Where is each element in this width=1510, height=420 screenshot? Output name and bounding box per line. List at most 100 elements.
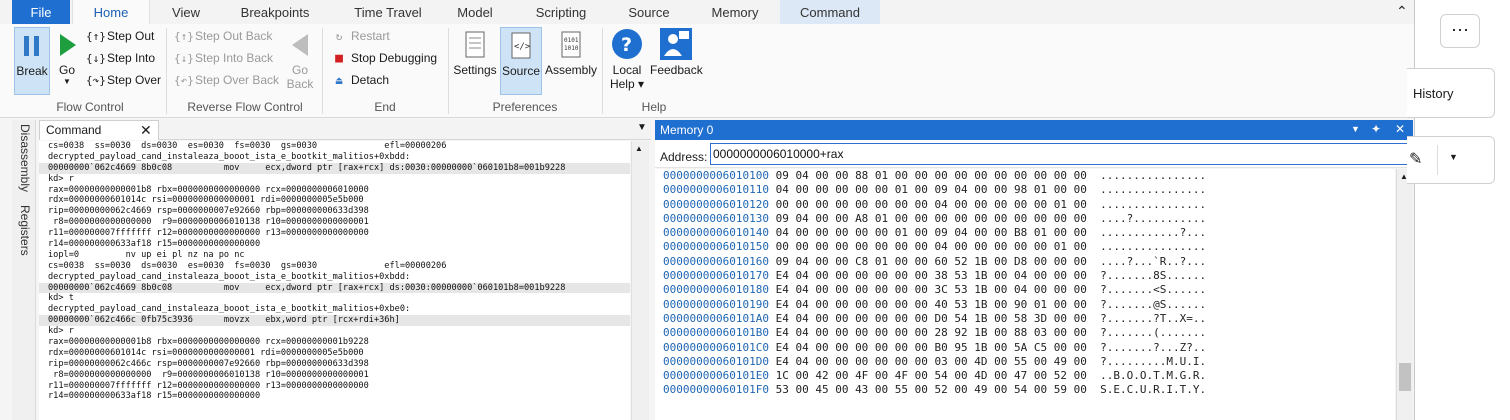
command-output-line: r14=000000000633af18 r15=000000000000000… <box>48 239 261 250</box>
step-out-back-button[interactable]: {↑}Step Out Back <box>174 26 272 46</box>
step-into-label: Step Into <box>107 51 156 65</box>
memory-row: 0000000006010100 09 04 00 00 88 01 00 00… <box>655 169 1395 183</box>
play-icon <box>60 34 76 56</box>
step-over-label: Step Over <box>107 73 162 87</box>
memory-row-bytes: E4 04 00 00 00 00 00 00 3C 53 1B 00 04 0… <box>775 283 1087 297</box>
memory-row-address: 00000000060101F0 <box>663 383 769 397</box>
memory-address-bar: Address: 0000000006010000+rax <box>655 140 1413 168</box>
detach-button[interactable]: ⏏ Detach <box>330 70 389 90</box>
go-back-button[interactable]: Go Back <box>284 27 316 95</box>
pin-icon[interactable]: ✦ <box>1371 122 1381 136</box>
group-separator <box>322 28 323 114</box>
restart-label: Restart <box>351 29 390 43</box>
reverse-flow-group-label: Reverse Flow Control <box>187 100 303 114</box>
memory-row-bytes: E4 04 00 00 00 00 00 00 38 53 1B 00 04 0… <box>775 269 1087 283</box>
chevron-down-icon[interactable]: ▼ <box>1449 152 1458 162</box>
step-out-back-icon: {↑} <box>174 30 194 43</box>
tab-memory[interactable]: Memory <box>704 0 766 24</box>
memory-row-address: 0000000006010150 <box>663 240 769 254</box>
tab-source[interactable]: Source <box>620 0 678 24</box>
step-into-icon: {↓} <box>86 52 106 65</box>
step-into-back-button[interactable]: {↓}Step Into Back <box>174 48 273 68</box>
command-scrollbar[interactable]: ▲ <box>631 141 649 420</box>
memory-row: 00000000060101A0 E4 04 00 00 00 00 00 00… <box>655 312 1395 326</box>
memory-row-address: 0000000006010180 <box>663 283 769 297</box>
close-icon[interactable]: ✕ <box>140 121 152 139</box>
tab-time-travel[interactable]: Time Travel <box>342 0 434 24</box>
address-input[interactable]: 0000000006010000+rax <box>710 143 1410 165</box>
command-output-line: kd> t <box>48 293 74 304</box>
end-group-label: End <box>374 100 396 114</box>
tab-view[interactable]: View <box>160 0 212 24</box>
preferences-group-label: Preferences <box>492 100 558 114</box>
collapse-ribbon-icon[interactable]: ⌃ <box>1396 3 1408 20</box>
command-output-line: rdx=00000000601014c rsi=0000000000000001… <box>48 347 364 358</box>
local-help-label-1: Local <box>612 63 642 77</box>
side-tab-registers[interactable]: Registers <box>12 198 36 262</box>
memory-row: 0000000006010130 09 04 00 00 A8 01 00 00… <box>655 212 1395 226</box>
pane-menu-icon[interactable]: ▼ <box>1351 124 1360 134</box>
tab-scripting[interactable]: Scripting <box>528 0 594 24</box>
tab-file[interactable]: File <box>12 0 70 24</box>
tab-model[interactable]: Model <box>448 0 502 24</box>
step-over-back-button[interactable]: {↶}Step Over Back <box>174 70 279 90</box>
group-separator <box>602 28 603 114</box>
reverse-play-icon <box>292 34 308 56</box>
memory-row: 00000000060101E0 1C 00 42 00 4F 00 4F 00… <box>655 369 1395 383</box>
svg-text:?: ? <box>621 34 632 56</box>
stop-icon: ■ <box>335 51 343 66</box>
command-output-line: decrypted_payload_cand_instaleaza_booot_… <box>48 304 411 315</box>
memory-row-bytes: 04 00 00 00 00 00 01 00 09 04 00 00 B8 0… <box>775 226 1087 240</box>
memory-row-ascii: ................ <box>1100 240 1207 254</box>
go-back-label-2: Back <box>286 77 314 91</box>
more-options-button[interactable]: ⋯ <box>1440 14 1480 48</box>
tab-breakpoints[interactable]: Breakpoints <box>234 0 316 24</box>
step-over-button[interactable]: {↷}Step Over <box>86 70 161 90</box>
command-tab[interactable]: Command ✕ <box>39 120 159 140</box>
svg-text:</>: </> <box>514 42 531 52</box>
memory-row-ascii: ....?...`R..?... <box>1100 254 1207 268</box>
tab-home[interactable]: Home <box>72 0 150 24</box>
restart-button[interactable]: ↻ Restart <box>330 26 390 46</box>
break-button[interactable]: Break <box>14 27 50 95</box>
group-separator <box>166 28 167 114</box>
command-output[interactable]: cs=0038 ss=0030 ds=0030 es=0030 fs=0030 … <box>39 141 630 420</box>
go-label: Go <box>58 63 75 77</box>
close-icon[interactable]: ✕ <box>1395 122 1405 136</box>
stop-debugging-button[interactable]: ■ Stop Debugging <box>330 48 437 68</box>
command-output-line: rip=00000000062c466c rsp=0000000007e9266… <box>48 358 369 369</box>
memory-hex-view[interactable]: 0000000006010100 09 04 00 00 88 01 00 00… <box>655 169 1395 420</box>
memory-row-ascii: ?.......<S...... <box>1100 283 1207 297</box>
go-button[interactable]: Go ▼ <box>54 27 80 95</box>
memory-row-ascii: ................ <box>1100 183 1207 197</box>
scroll-up-icon[interactable]: ▲ <box>635 144 643 153</box>
command-output-line: iopl=0 nv up ei pl nz na po nc <box>48 249 245 260</box>
step-out-button[interactable]: {↑}Step Out <box>86 26 154 46</box>
feedback-icon <box>660 28 692 60</box>
source-label: Source <box>501 64 541 78</box>
step-into-button[interactable]: {↓}Step Into <box>86 48 155 68</box>
history-button[interactable]: History <box>1407 68 1495 118</box>
command-output-line: r11=000000007fffffff r12=000000000000000… <box>48 380 369 391</box>
source-button[interactable]: </> Source <box>500 27 542 95</box>
detach-label: Detach <box>351 73 390 87</box>
command-tab-label: Command <box>46 123 102 137</box>
memory-scrollbar[interactable]: ▲ <box>1396 169 1413 420</box>
command-output-line: decrypted_payload_cand_instaleaza_booot_… <box>48 151 411 162</box>
side-tab-disassembly[interactable]: Disassembly <box>12 124 36 192</box>
feedback-button[interactable]: Feedback <box>650 27 703 95</box>
pencil-icon[interactable]: ✎ <box>1409 149 1422 169</box>
settings-button[interactable]: Settings <box>452 27 498 95</box>
flow-control-group-label: Flow Control <box>56 100 124 114</box>
pane-menu-icon[interactable]: ▼ <box>637 122 647 133</box>
go-dropdown-icon[interactable]: ▼ <box>54 77 80 86</box>
command-output-line: 00000000`062c4669 8b0c08 mov ecx,dword p… <box>39 162 630 174</box>
assembly-button[interactable]: 0101 1010 Assembly <box>544 27 598 95</box>
memory-row: 0000000006010180 E4 04 00 00 00 00 00 00… <box>655 283 1395 297</box>
tab-command[interactable]: Command <box>780 0 880 24</box>
address-label: Address: <box>660 150 708 164</box>
local-help-button[interactable]: ? Local Help ▾ <box>608 27 646 95</box>
scroll-thumb[interactable] <box>1399 363 1411 391</box>
memory-row-address: 0000000006010160 <box>663 254 769 268</box>
command-output-line: r14=000000000633af18 r15=000000000000000… <box>48 391 261 402</box>
